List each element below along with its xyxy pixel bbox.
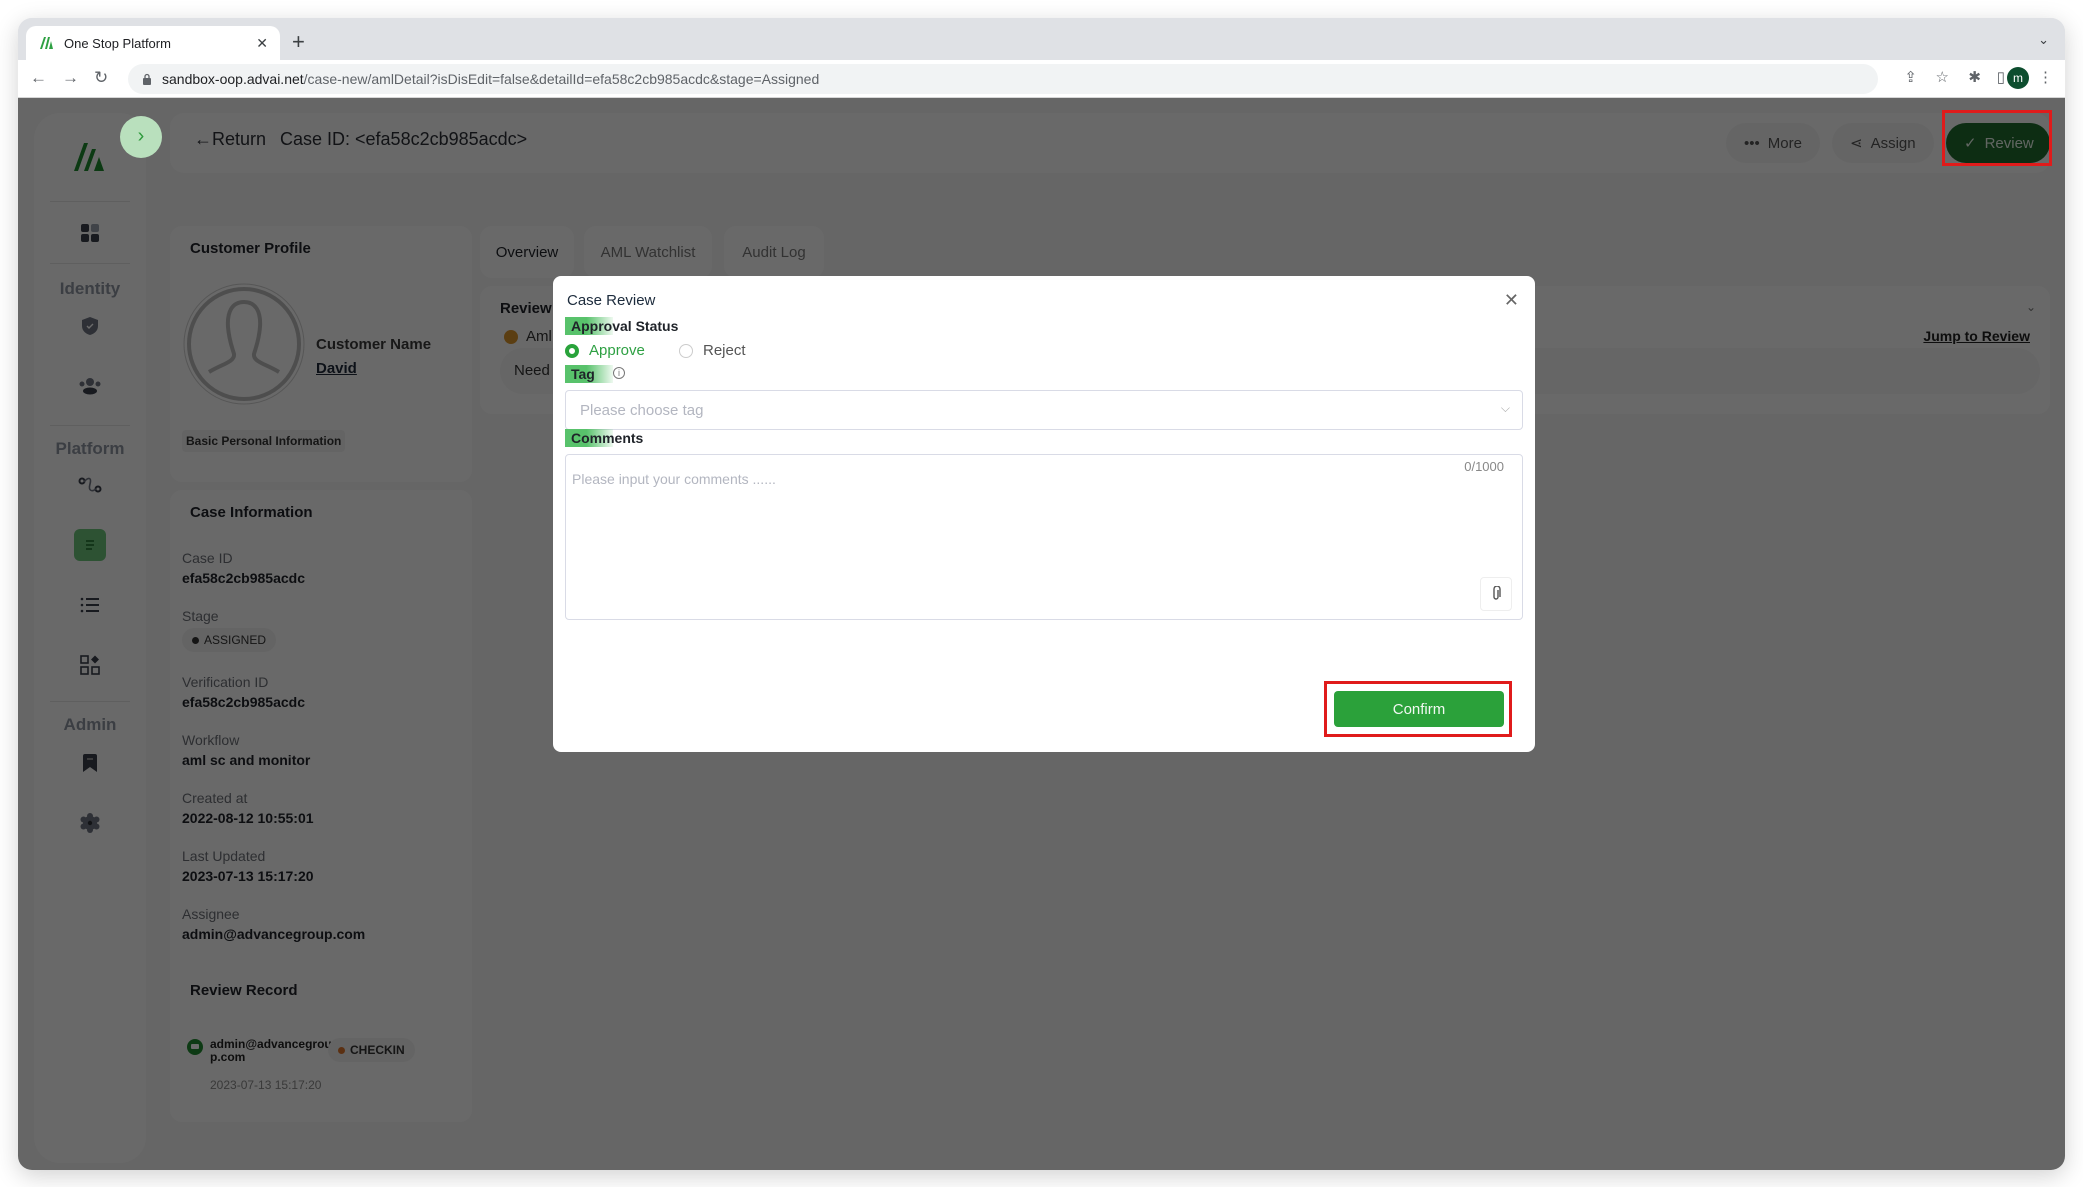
sidebar-expand-button[interactable]: ›	[120, 116, 162, 158]
browser-toolbar: ← → ↻ sandbox-oop.advai.net/case-new/aml…	[18, 60, 2065, 98]
close-icon[interactable]: ✕	[1504, 290, 1519, 311]
tag-label: Tag	[565, 365, 613, 383]
comments-textarea[interactable]: Please input your comments ...... 0/1000	[565, 454, 1523, 620]
confirm-button[interactable]: Confirm	[1334, 691, 1504, 727]
tab-search-chevron-icon[interactable]: ⌄	[2038, 32, 2049, 48]
chevron-down-icon: ⌵	[1500, 401, 1510, 415]
side-panel-icon[interactable]: ▯	[1997, 68, 2005, 86]
back-button[interactable]: ←	[30, 68, 47, 88]
modal-title: Case Review	[567, 292, 656, 309]
approve-radio[interactable]: Approve	[565, 342, 645, 359]
tab-title: One Stop Platform	[64, 35, 171, 51]
radio-unselected-icon	[679, 343, 693, 358]
browser-menu-icon[interactable]: ⋮	[2038, 68, 2053, 86]
address-bar[interactable]: sandbox-oop.advai.net/case-new/amlDetail…	[128, 64, 1878, 94]
share-icon[interactable]: ⇪	[1904, 68, 1917, 86]
app-content: Identity Platform Admin	[18, 98, 2065, 1170]
app-logo-icon	[40, 37, 53, 49]
comments-placeholder: Please input your comments ......	[572, 471, 776, 487]
url-host: sandbox-oop.advai.net	[162, 71, 304, 87]
case-review-modal: Case Review ✕ Approval Status Approve Re…	[553, 276, 1535, 752]
browser-tab[interactable]: One Stop Platform ✕	[26, 26, 280, 60]
comments-label: Comments	[565, 429, 643, 447]
radio-selected-icon	[565, 343, 579, 358]
reload-button[interactable]: ↻	[94, 68, 108, 88]
paperclip-icon	[1493, 586, 1501, 600]
tag-select[interactable]: Please choose tag ⌵	[565, 390, 1523, 430]
reject-label: Reject	[703, 342, 746, 359]
new-tab-button[interactable]: +	[292, 30, 305, 54]
tab-strip: One Stop Platform ✕ + ⌄	[18, 18, 2065, 60]
tag-placeholder: Please choose tag	[580, 401, 704, 419]
comments-char-count: 0/1000	[1464, 459, 1504, 474]
extensions-icon[interactable]: ✱	[1968, 68, 1981, 86]
review-button-highlight	[1942, 110, 2052, 166]
info-icon[interactable]: i	[613, 367, 625, 379]
url-text: sandbox-oop.advai.net/case-new/amlDetail…	[162, 71, 819, 87]
attach-file-button[interactable]	[1480, 577, 1512, 611]
bookmark-star-icon[interactable]: ☆	[1936, 68, 1949, 86]
close-tab-icon[interactable]: ✕	[256, 35, 268, 52]
reject-radio[interactable]: Reject	[679, 342, 746, 359]
url-path: /case-new/amlDetail?isDisEdit=false&deta…	[303, 71, 820, 87]
browser-window: One Stop Platform ✕ + ⌄ ← → ↻ sandbox-oo…	[18, 18, 2065, 1170]
approve-label: Approve	[589, 342, 645, 359]
forward-button[interactable]: →	[62, 68, 79, 88]
profile-avatar[interactable]: m	[2007, 67, 2029, 89]
approval-status-label: Approval Status	[565, 317, 678, 335]
lock-icon	[143, 73, 151, 85]
